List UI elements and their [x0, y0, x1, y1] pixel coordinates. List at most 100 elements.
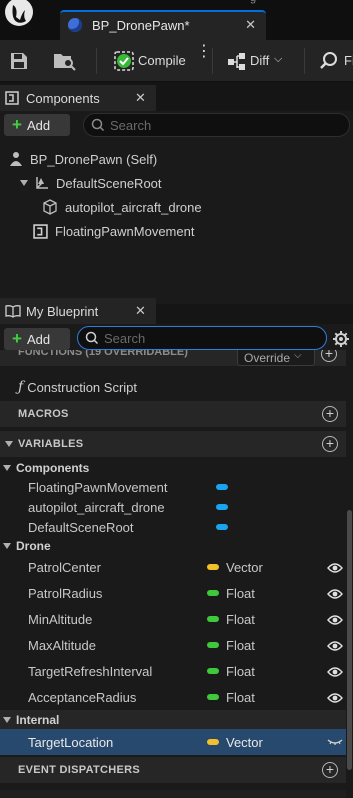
document-tab[interactable]: BP_DronePawn* ✕	[60, 10, 266, 40]
expand-arrow-icon[interactable]	[20, 180, 28, 186]
category-label: Drone	[16, 539, 51, 553]
search-icon	[91, 118, 105, 132]
eye-icon[interactable]	[327, 614, 343, 626]
float-type-pill	[207, 590, 219, 596]
add-member-button[interactable]: + Add	[4, 328, 70, 350]
pawn-icon	[10, 152, 22, 166]
tree-item-defaultsceneroot[interactable]: DefaultSceneRoot	[20, 174, 162, 192]
collapse-arrow-icon[interactable]	[5, 441, 13, 447]
components-title: Components	[26, 91, 100, 106]
close-tab-icon[interactable]: ✕	[245, 17, 256, 33]
add-variable-icon[interactable]: +	[322, 436, 338, 452]
macros-label: MACROS	[18, 408, 69, 420]
collapse-arrow-icon[interactable]	[3, 465, 11, 471]
variable-name: PatrolCenter	[28, 560, 101, 575]
document-tab-label: BP_DronePawn*	[92, 18, 190, 33]
variable-type: Float	[226, 638, 255, 653]
window-title-fragment: g	[250, 0, 256, 4]
browse-folder-icon	[54, 54, 76, 71]
variables-section-header[interactable]: VARIABLES +	[0, 431, 346, 457]
variable-type: Float	[226, 664, 255, 679]
override-dropdown[interactable]: Override ⌵	[237, 350, 315, 366]
vector-type-pill	[207, 564, 219, 570]
find-button[interactable]: Fi	[316, 46, 353, 76]
static-mesh-icon	[43, 199, 57, 215]
add-event-dispatcher-icon[interactable]: +	[322, 762, 338, 778]
variable-name: MinAltitude	[28, 612, 93, 627]
variable-name: FloatingPawnMovement	[28, 480, 168, 495]
construction-script-item[interactable]: ƒ Construction Script	[18, 378, 137, 396]
save-button[interactable]	[8, 46, 34, 76]
diff-label: Diff	[250, 53, 270, 68]
variable-row[interactable]: TargetRefreshInterval Float	[0, 658, 346, 684]
category-drone[interactable]: Drone	[0, 536, 346, 556]
category-label: Components	[16, 461, 90, 475]
variable-row-selected[interactable]: TargetLocation Vector	[0, 729, 346, 755]
eye-icon[interactable]	[327, 640, 343, 652]
tree-item-label: FloatingPawnMovement	[55, 223, 195, 239]
variable-name: AcceptanceRadius	[28, 690, 137, 705]
diff-icon	[228, 53, 245, 70]
eye-icon[interactable]	[327, 562, 343, 574]
variable-name: TargetRefreshInterval	[28, 664, 153, 679]
float-type-pill	[207, 642, 219, 648]
event-dispatchers-section-header[interactable]: EVENT DISPATCHERS +	[0, 757, 346, 783]
add-macro-icon[interactable]: +	[322, 406, 338, 422]
my-blueprint-tab[interactable]: My Blueprint ✕	[0, 298, 156, 324]
eye-closed-icon[interactable]	[327, 737, 343, 747]
add-function-icon[interactable]: +	[321, 350, 337, 362]
variable-name: PatrolRadius	[28, 586, 103, 601]
variable-name: MaxAltitude	[28, 638, 96, 653]
vector-type-pill	[207, 739, 219, 745]
tree-item-drone-mesh[interactable]: autopilot_aircraft_drone	[42, 198, 202, 216]
components-search-input[interactable]: Search	[83, 113, 350, 137]
category-internal[interactable]: Internal	[0, 710, 346, 730]
variable-row[interactable]: AcceptanceRadius Float	[0, 684, 346, 710]
diff-button[interactable]: Diff ⌵	[224, 46, 288, 76]
add-component-button[interactable]: + Add	[4, 114, 70, 136]
variable-row[interactable]: PatrolCenter Vector	[0, 554, 346, 580]
scrollbar-thumb[interactable]	[347, 510, 352, 770]
tree-item-label: BP_DronePawn (Self)	[30, 151, 158, 167]
unreal-logo-icon[interactable]	[4, 0, 34, 30]
float-type-pill	[207, 616, 219, 622]
functions-section[interactable]: FUNCTIONS (19 OVERRIDABLE) Override ⌵ +	[0, 350, 346, 366]
variable-type: Vector	[226, 735, 263, 750]
construction-script-label: Construction Script	[27, 379, 138, 395]
variable-type: Float	[226, 586, 255, 601]
variable-type: Vector	[226, 560, 263, 575]
variable-row[interactable]: MaxAltitude Float	[0, 632, 346, 658]
tree-item-floatingpawnmovement[interactable]: FloatingPawnMovement	[33, 222, 194, 240]
override-label: Override	[244, 351, 291, 365]
collapse-arrow-icon[interactable]	[3, 543, 11, 549]
component-type-pill	[216, 484, 228, 490]
book-icon	[5, 305, 21, 318]
category-label: Internal	[16, 713, 60, 727]
functions-label: FUNCTIONS (19 OVERRIDABLE)	[18, 350, 188, 358]
component-icon	[33, 223, 48, 239]
my-blueprint-title: My Blueprint	[26, 304, 99, 319]
plus-icon: +	[12, 115, 22, 134]
eye-icon[interactable]	[327, 588, 343, 600]
variable-row[interactable]: MinAltitude Float	[0, 606, 346, 632]
find-label: Fi	[344, 53, 353, 68]
close-panel-icon[interactable]: ✕	[135, 303, 146, 319]
compile-button[interactable]: Compile	[110, 46, 190, 76]
chevron-down-icon: ⌵	[294, 350, 302, 361]
tree-item-self[interactable]: BP_DronePawn (Self)	[8, 150, 157, 168]
close-panel-icon[interactable]: ✕	[135, 90, 146, 106]
variable-row[interactable]: PatrolRadius Float	[0, 580, 346, 606]
eye-icon[interactable]	[327, 692, 343, 704]
browse-button[interactable]	[52, 46, 80, 76]
components-tab[interactable]: Components ✕	[0, 85, 156, 111]
collapse-arrow-icon[interactable]	[3, 717, 11, 723]
variable-type: Float	[226, 690, 255, 705]
variable-name: DefaultSceneRoot	[28, 520, 134, 535]
tree-item-label: autopilot_aircraft_drone	[65, 199, 202, 215]
settings-gear-icon[interactable]	[332, 330, 350, 348]
compile-options-button[interactable]: ⋮	[192, 44, 212, 76]
macros-section-header[interactable]: MACROS +	[0, 401, 346, 427]
plus-icon: +	[12, 329, 22, 348]
eye-icon[interactable]	[327, 666, 343, 678]
my-blueprint-search-input[interactable]: Search	[77, 326, 327, 350]
